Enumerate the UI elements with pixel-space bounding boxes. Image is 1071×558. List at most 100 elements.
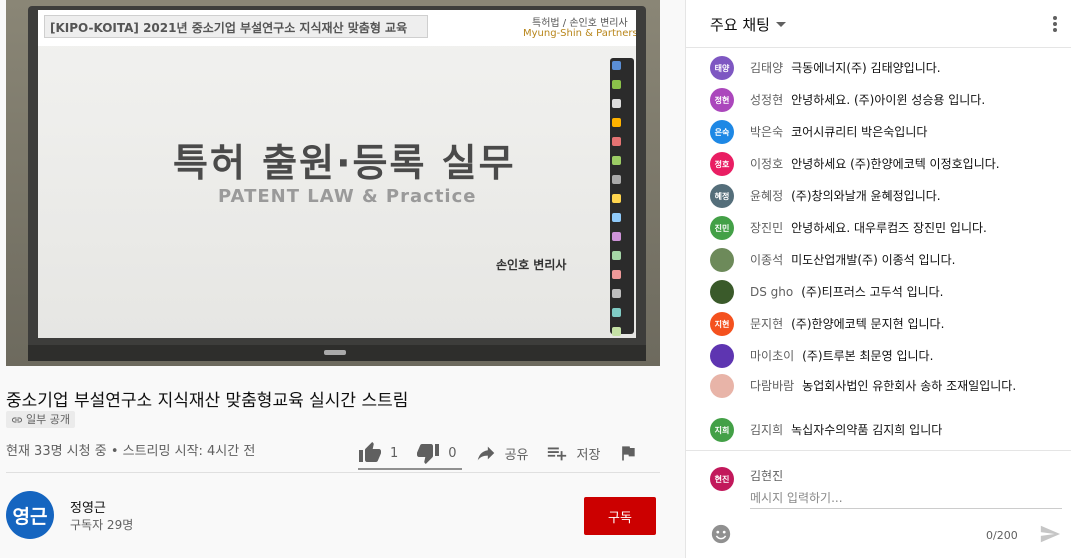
chat-message-list[interactable]: 태양 김태양 극동에너지(주) 김태양입니다. 정현 성정현 안녕하세요. (주)아이윈 … — [686, 52, 1071, 452]
chat-input-area: 현진 김현진 0/200 — [686, 450, 1071, 558]
chat-message[interactable]: 정현 성정현 안녕하세요. (주)아이윈 성승용 입니다. — [710, 88, 1050, 112]
author-avatar[interactable]: 태양 — [710, 56, 734, 80]
video-player[interactable]: [KIPO-KOITA] 2021년 중소기업 부설연구소 지식재산 맞춤형 교… — [6, 0, 660, 366]
chat-message[interactable]: 마이초이(주)트루본 최문영 입니다. — [710, 344, 1050, 368]
zoom-icon — [612, 213, 621, 222]
fill-icon — [612, 156, 621, 165]
slide-subtitle: PATENT LAW & Practice — [218, 186, 476, 207]
chat-message[interactable]: 진민 장진민 안녕하세요. 대우루컴즈 장진민 입니다. — [710, 216, 1050, 240]
share-button[interactable]: 공유 — [475, 442, 529, 464]
chat-message[interactable]: 지현 문지현 (주)한양에코텍 문지현 입니다. — [710, 312, 1050, 336]
author-name: 이종석 — [750, 253, 783, 267]
like-button[interactable]: 1 — [358, 441, 398, 465]
slide-screen: [KIPO-KOITA] 2021년 중소기업 부설연구소 지식재산 맞춤형 교… — [38, 10, 636, 338]
pen-icon — [612, 61, 621, 70]
message-body: 박은숙코어시큐리티 박은숙입니다 — [750, 120, 927, 140]
message-text: 극동에너지(주) 김태양입니다. — [791, 61, 940, 75]
share-label: 공유 — [505, 444, 529, 463]
author-avatar[interactable]: 지현 — [710, 312, 734, 336]
message-body: 김태양 극동에너지(주) 김태양입니다. — [750, 56, 941, 76]
author-avatar[interactable]: 지희 — [710, 418, 734, 442]
author-name: 김태양 — [750, 61, 783, 75]
visibility-badge: 일부 공개 — [6, 411, 75, 428]
page-icon — [612, 308, 621, 317]
chat-message[interactable]: 혜정 윤혜정 (주)창의와날개 윤혜정입니다. — [710, 184, 1050, 208]
subscribe-button[interactable]: 구독 — [584, 497, 656, 535]
author-avatar[interactable]: 정호 — [710, 152, 734, 176]
slide-header-band: [KIPO-KOITA] 2021년 중소기업 부설연구소 지식재산 맞춤형 교… — [38, 10, 636, 46]
like-ratio-bar — [358, 468, 462, 470]
author-name: 윤혜정 — [750, 189, 783, 203]
youtube-live-page: [KIPO-KOITA] 2021년 중소기업 부설연구소 지식재산 맞춤형 교… — [0, 0, 1071, 558]
channel-name[interactable]: 정영근 — [70, 497, 106, 516]
author-avatar[interactable]: 진민 — [710, 216, 734, 240]
author-avatar[interactable] — [710, 248, 734, 272]
thumb-down-icon — [416, 441, 440, 465]
more-options-icon[interactable] — [1052, 14, 1058, 34]
subscriber-count: 구독자 29명 — [70, 516, 133, 533]
author-name: 장진민 — [750, 221, 783, 235]
chat-message[interactable]: 이종석미도산업개발(주) 이종석 입니다. — [710, 248, 1050, 272]
message-text: (주)창의와날개 윤혜정입니다. — [791, 189, 940, 203]
character-counter: 0/200 — [986, 529, 1018, 542]
author-name: DS gho — [750, 285, 793, 299]
author-avatar[interactable] — [710, 374, 734, 398]
emoji-icon[interactable] — [710, 523, 732, 545]
eraser-icon — [612, 137, 621, 146]
clip-icon — [612, 327, 621, 336]
chat-message-input[interactable] — [750, 487, 1062, 509]
slide-author: 손인호 변리사 — [496, 256, 566, 273]
slide-header-text: [KIPO-KOITA] 2021년 중소기업 부설연구소 지식재산 맞춤형 교… — [50, 19, 407, 36]
chat-mode-dropdown[interactable]: 주요 채팅 — [710, 14, 786, 35]
live-chat-panel: 주요 채팅 태양 김태양 극동에너지(주) 김태양입니다. 정현 성정현 안녕하세요. (… — [685, 0, 1071, 558]
shape-icon — [612, 118, 621, 127]
slide-title: 특허 출원·등록 실무 — [173, 132, 516, 187]
chat-message[interactable]: 태양 김태양 극동에너지(주) 김태양입니다. — [710, 56, 1050, 80]
message-text: 안녕하세요. 대우루컴즈 장진민 입니다. — [791, 221, 987, 235]
playlist-add-icon — [546, 442, 568, 464]
grid-icon — [612, 289, 621, 298]
save-label: 저장 — [576, 444, 600, 463]
display-logo — [324, 350, 346, 355]
thumb-up-icon — [358, 441, 382, 465]
slide-header-right-1: 특허법 / 손인호 변리사 — [532, 14, 628, 29]
color-icon — [612, 232, 621, 241]
chat-message[interactable]: 지희김지희녹십자수의약품 김지희 입니다 — [710, 418, 1050, 442]
text-icon — [612, 194, 621, 203]
channel-avatar[interactable]: 영근 — [6, 491, 54, 539]
message-text: 농업회사법인 유한회사 송하 조재일입니다. — [802, 379, 1016, 393]
video-actions: 1 0 공유 저장 — [358, 440, 664, 466]
select-icon — [612, 175, 621, 184]
author-avatar[interactable] — [710, 280, 734, 304]
like-count: 1 — [390, 446, 398, 461]
chat-message[interactable]: DS gho(주)티프러스 고두석 입니다. — [710, 280, 1050, 304]
marker-icon — [612, 80, 621, 89]
author-avatar[interactable]: 은숙 — [710, 120, 734, 144]
send-icon[interactable] — [1038, 523, 1062, 545]
author-name: 마이초이 — [750, 349, 794, 363]
chat-message[interactable]: 은숙 박은숙코어시큐리티 박은숙입니다 — [710, 120, 1050, 144]
chat-message[interactable]: 정호이정호안녕하세요 (주)한양에코텍 이정호입니다. — [710, 152, 1050, 176]
author-name: 김지희 — [750, 423, 783, 437]
chat-header: 주요 채팅 — [686, 0, 1071, 48]
author-name: 성정현 — [750, 93, 783, 107]
section-divider — [6, 472, 660, 473]
message-body: 성정현 안녕하세요. (주)아이윈 성승용 입니다. — [750, 88, 985, 108]
chat-message[interactable]: 다람바람농업회사법인 유한회사 송하 조재일입니다. — [710, 374, 1050, 398]
author-avatar[interactable]: 정현 — [710, 88, 734, 112]
message-body: 다람바람농업회사법인 유한회사 송하 조재일입니다. — [750, 374, 1016, 394]
flag-icon — [618, 443, 638, 463]
author-avatar[interactable]: 혜정 — [710, 184, 734, 208]
message-text: 안녕하세요. (주)아이윈 성승용 입니다. — [791, 93, 985, 107]
dislike-button[interactable]: 0 — [416, 441, 456, 465]
message-text: (주)한양에코텍 문지현 입니다. — [791, 317, 944, 331]
save-button[interactable]: 저장 — [546, 442, 600, 464]
author-avatar[interactable] — [710, 344, 734, 368]
message-body: 장진민 안녕하세요. 대우루컴즈 장진민 입니다. — [750, 216, 987, 236]
report-button[interactable] — [618, 443, 646, 463]
link-icon — [11, 414, 23, 426]
message-body: 문지현 (주)한양에코텍 문지현 입니다. — [750, 312, 944, 332]
message-body: 윤혜정 (주)창의와날개 윤혜정입니다. — [750, 184, 941, 204]
undo-icon — [612, 251, 621, 260]
author-name: 문지현 — [750, 317, 783, 331]
